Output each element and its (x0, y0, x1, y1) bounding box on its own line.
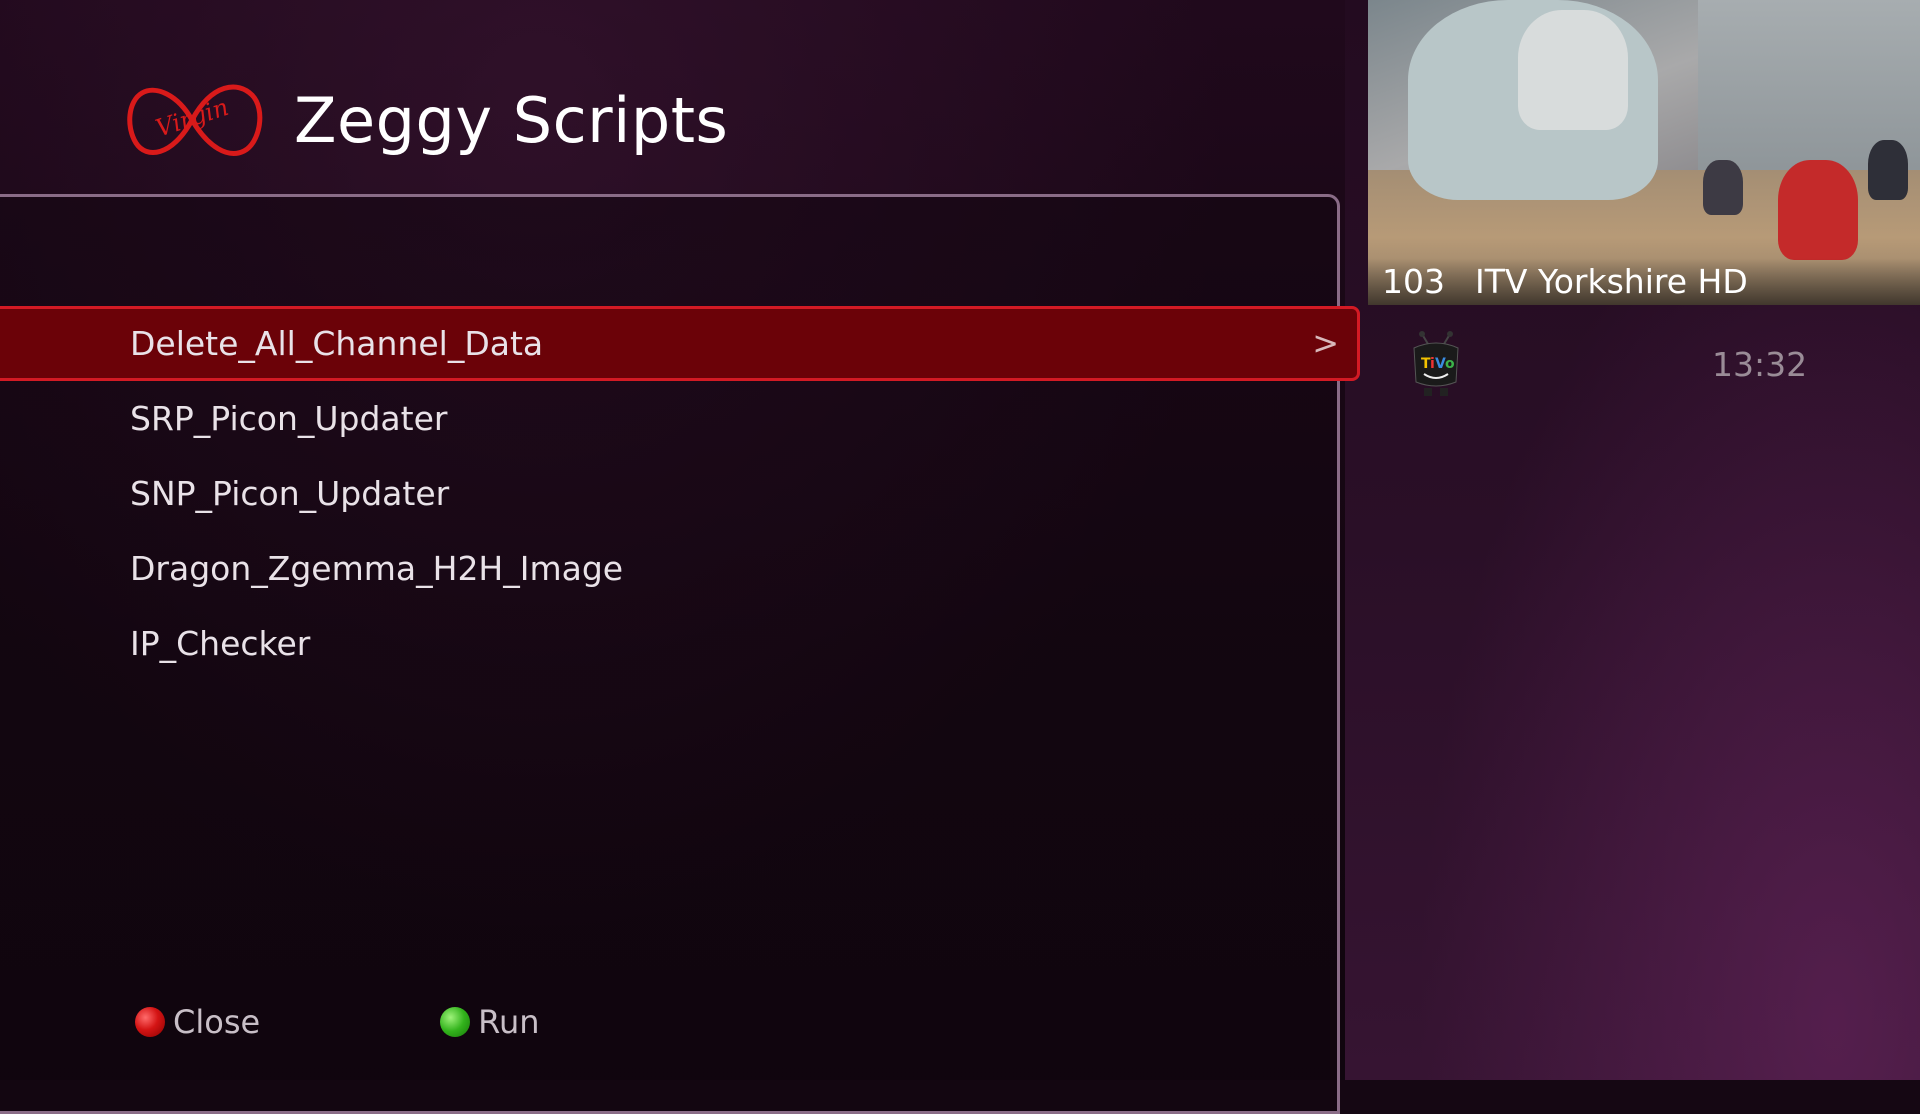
preview-figure (1703, 160, 1743, 215)
virgin-media-logo: Virgin (127, 84, 263, 156)
script-list: Delete_All_Channel_Data > SRP_Picon_Upda… (0, 306, 1360, 681)
button-bar: Close Run (135, 1003, 720, 1041)
clock: 13:32 (1712, 345, 1808, 384)
list-item-label: SNP_Picon_Updater (130, 474, 450, 513)
live-tv-preview: 103 ITV Yorkshire HD (1368, 0, 1920, 305)
channel-name: ITV Yorkshire HD (1475, 262, 1748, 301)
channel-number: 103 (1382, 262, 1445, 301)
list-item[interactable]: SRP_Picon_Updater (0, 381, 1360, 456)
close-button-label: Close (173, 1003, 261, 1041)
red-button-icon (135, 1007, 165, 1037)
list-item[interactable]: Dragon_Zgemma_H2H_Image (0, 531, 1360, 606)
green-button-icon (440, 1007, 471, 1037)
channel-caption: 103 ITV Yorkshire HD (1382, 262, 1748, 301)
preview-figure (1518, 10, 1628, 130)
run-button[interactable]: Run (440, 1003, 540, 1041)
list-item-label: Delete_All_Channel_Data (130, 324, 544, 363)
svg-text:Virgin: Virgin (152, 93, 232, 143)
list-item-label: IP_Checker (130, 624, 311, 663)
header: Virgin Zeggy Scripts (120, 70, 728, 170)
list-item-label: Dragon_Zgemma_H2H_Image (130, 549, 624, 588)
list-item[interactable]: SNP_Picon_Updater (0, 456, 1360, 531)
preview-figure (1778, 160, 1858, 260)
svg-text:o: o (1445, 356, 1455, 372)
page-title: Zeggy Scripts (294, 83, 729, 157)
preview-figure (1868, 140, 1908, 200)
tivo-icon: T i V o (1413, 331, 1459, 396)
list-item[interactable]: IP_Checker (0, 606, 1360, 681)
list-item-label: SRP_Picon_Updater (130, 399, 448, 438)
run-button-label: Run (478, 1003, 540, 1041)
close-button[interactable]: Close (135, 1003, 260, 1041)
list-item[interactable]: Delete_All_Channel_Data > (0, 306, 1360, 381)
chevron-right-icon: > (1312, 324, 1339, 362)
